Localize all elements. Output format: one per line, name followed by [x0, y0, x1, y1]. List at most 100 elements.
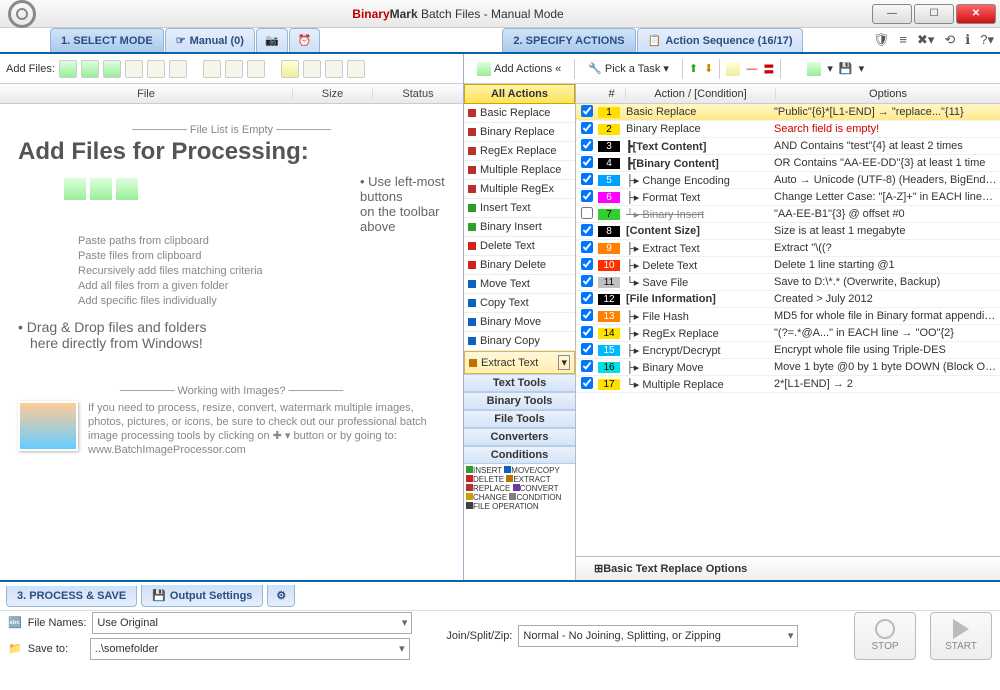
category-item[interactable]: Basic Replace: [464, 104, 575, 123]
sequence-row[interactable]: 9 ├▸ Extract TextExtract "\((?: [576, 240, 1000, 257]
shield-icon[interactable]: 🛡: [873, 32, 890, 48]
info-icon[interactable]: ℹ: [965, 32, 970, 48]
app-gear-icon[interactable]: [8, 0, 36, 28]
minimize-button[interactable]: —: [872, 4, 912, 24]
sequence-row[interactable]: 16 ├▸ Binary MoveMove 1 byte @0 by 1 byt…: [576, 359, 1000, 376]
maximize-button[interactable]: ☐: [914, 4, 954, 24]
row-checkbox[interactable]: [581, 309, 593, 321]
join-combo[interactable]: Normal - No Joining, Splitting, or Zippi…: [518, 625, 798, 647]
col-status[interactable]: Status: [373, 88, 463, 100]
start-button[interactable]: START: [930, 612, 992, 660]
save-list-icon[interactable]: [325, 60, 343, 78]
category-item[interactable]: Binary Insert: [464, 218, 575, 237]
step3-tab[interactable]: 3. PROCESS & SAVE: [6, 586, 137, 607]
all-actions-header[interactable]: All Actions: [464, 84, 575, 104]
action-sequence-tab[interactable]: 📋Action Sequence (16/17): [637, 28, 804, 52]
paste-files-icon[interactable]: [125, 60, 143, 78]
add-recursive-icon[interactable]: [103, 60, 121, 78]
save-sequence-icon[interactable]: 💾: [839, 62, 853, 75]
category-group[interactable]: Converters: [464, 428, 575, 446]
row-checkbox[interactable]: [581, 326, 593, 338]
sequence-row[interactable]: 12[File Information]Created > July 2012: [576, 291, 1000, 308]
col-file[interactable]: File: [0, 88, 293, 100]
add-folder-icon[interactable]: [81, 60, 99, 78]
row-checkbox[interactable]: [581, 105, 593, 117]
category-group[interactable]: Text Tools: [464, 374, 575, 392]
sequence-row[interactable]: 4┣[Binary Content]OR Contains "AA-EE-DD"…: [576, 155, 1000, 172]
list-icon[interactable]: [303, 60, 321, 78]
row-checkbox[interactable]: [581, 139, 593, 151]
sequence-row[interactable]: 15 ├▸ Encrypt/DecryptEncrypt whole file …: [576, 342, 1000, 359]
row-checkbox[interactable]: [581, 190, 593, 202]
category-item[interactable]: Move Text: [464, 275, 575, 294]
col-size[interactable]: Size: [293, 88, 373, 100]
sequence-rows[interactable]: 1Basic Replace"Public"{6}*[L1-END] → "re…: [576, 104, 1000, 556]
row-checkbox[interactable]: [581, 173, 593, 185]
add-actions-button[interactable]: Add Actions «: [470, 59, 568, 79]
category-group[interactable]: Binary Tools: [464, 392, 575, 410]
step2-tab[interactable]: 2. SPECIFY ACTIONS: [502, 28, 635, 52]
options-icon[interactable]: ≡: [899, 32, 907, 48]
category-item[interactable]: Binary Replace: [464, 123, 575, 142]
category-item[interactable]: Binary Move: [464, 313, 575, 332]
add-file-icon[interactable]: [59, 60, 77, 78]
paste-paths-icon[interactable]: [147, 60, 165, 78]
folder-open-icon[interactable]: [281, 60, 299, 78]
category-item[interactable]: Extract Text ▾: [464, 351, 575, 374]
sequence-row[interactable]: 2Binary ReplaceSearch field is empty!: [576, 121, 1000, 138]
sequence-row[interactable]: 6 ├▸ Format TextChange Letter Case: "[A-…: [576, 189, 1000, 206]
sequence-row[interactable]: 13 ├▸ File HashMD5 for whole file in Bin…: [576, 308, 1000, 325]
sequence-row[interactable]: 14 ├▸ RegEx Replace"(?=.*@A..." in EACH …: [576, 325, 1000, 342]
category-item[interactable]: RegEx Replace: [464, 142, 575, 161]
filenames-combo[interactable]: Use Original: [92, 612, 412, 634]
category-item[interactable]: Binary Delete: [464, 256, 575, 275]
help-icon[interactable]: ?▾: [980, 32, 994, 48]
output-settings-tab[interactable]: 💾Output Settings: [141, 585, 263, 607]
row-checkbox[interactable]: [581, 275, 593, 287]
move-up-icon[interactable]: ⬆: [689, 62, 698, 75]
saveto-combo[interactable]: ..\somefolder: [90, 638, 410, 660]
stop-button[interactable]: STOP: [854, 612, 916, 660]
action-options-panel[interactable]: ⊞ Basic Text Replace Options: [576, 556, 1000, 580]
category-item[interactable]: Multiple RegEx: [464, 180, 575, 199]
row-checkbox[interactable]: [581, 360, 593, 372]
rss-icon[interactable]: ⟲: [944, 32, 955, 48]
close-button[interactable]: ✕: [956, 4, 996, 24]
clipboard-icon[interactable]: [169, 60, 187, 78]
row-checkbox[interactable]: [581, 207, 593, 219]
camera-tab[interactable]: 📷: [256, 28, 288, 52]
sequence-row[interactable]: 8[Content Size]Size is at least 1 megaby…: [576, 223, 1000, 240]
row-checkbox[interactable]: [581, 377, 593, 389]
paste-action-icon[interactable]: [807, 62, 821, 76]
row-checkbox[interactable]: [581, 343, 593, 355]
sequence-row[interactable]: 10 ├▸ Delete TextDelete 1 line starting …: [576, 257, 1000, 274]
sequence-row[interactable]: 17 └▸ Multiple Replace2*[L1-END] → 2: [576, 376, 1000, 393]
copy-action-icon[interactable]: [787, 62, 801, 76]
remove-icon[interactable]: [203, 60, 221, 78]
sequence-row[interactable]: 1Basic Replace"Public"{6}*[L1-END] → "re…: [576, 104, 1000, 121]
sequence-row[interactable]: 3┣[Text Content]AND Contains "test"{4} a…: [576, 138, 1000, 155]
row-checkbox[interactable]: [581, 122, 593, 134]
sequence-row[interactable]: 11 └▸ Save FileSave to D:\*.* (Overwrite…: [576, 274, 1000, 291]
row-checkbox[interactable]: [581, 224, 593, 236]
row-checkbox[interactable]: [581, 292, 593, 304]
remove-action-icon[interactable]: —: [746, 63, 757, 75]
manual-tab[interactable]: ☞Manual (0): [165, 28, 255, 52]
clock-tab[interactable]: ⏰: [289, 28, 321, 52]
step1-tab[interactable]: 1. SELECT MODE: [50, 28, 164, 52]
sequence-row[interactable]: 7 └▸ Binary Insert"AA-EE-B1"{3} @ offset…: [576, 206, 1000, 223]
move-down-icon[interactable]: ⬇: [704, 62, 713, 75]
row-checkbox[interactable]: [581, 258, 593, 270]
row-checkbox[interactable]: [581, 241, 593, 253]
sequence-row[interactable]: 5 ├▸ Change EncodingAuto → Unicode (UTF-…: [576, 172, 1000, 189]
category-item[interactable]: Binary Copy: [464, 332, 575, 351]
export-icon[interactable]: [347, 60, 365, 78]
category-item[interactable]: Delete Text: [464, 237, 575, 256]
delete-action-icon[interactable]: 〓: [763, 61, 774, 77]
category-item[interactable]: Multiple Replace: [464, 161, 575, 180]
tools-icon[interactable]: ✖▾: [917, 32, 934, 48]
folder-icon[interactable]: [726, 62, 740, 76]
category-item[interactable]: Insert Text: [464, 199, 575, 218]
category-item[interactable]: Copy Text: [464, 294, 575, 313]
remove2-icon[interactable]: [225, 60, 243, 78]
